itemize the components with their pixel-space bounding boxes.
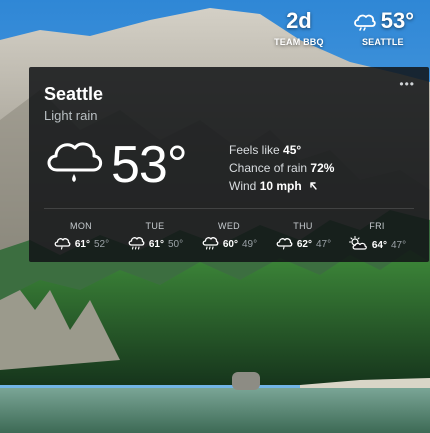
- forecast-day[interactable]: MON 61° 52°: [44, 221, 118, 254]
- forecast-day-name: MON: [70, 221, 92, 231]
- forecast-day[interactable]: FRI 64° 47°: [340, 221, 414, 254]
- forecast-high: 62°: [296, 239, 312, 250]
- forecast-day[interactable]: THU 62° 47°: [266, 221, 340, 254]
- current-temperature: 53°: [111, 136, 188, 194]
- more-options-button[interactable]: •••: [399, 78, 415, 90]
- weather-stats: Feels like 45° Chance of rain 72% Wind 1…: [229, 141, 334, 196]
- wind-label: Wind: [229, 179, 257, 193]
- feels-like-label: Feels like: [229, 143, 280, 157]
- forecast-low: 50°: [168, 239, 184, 250]
- weather-widget-temp: 53°: [380, 8, 414, 33]
- partly-sunny-icon: [348, 235, 368, 254]
- forecast-high: 61°: [74, 239, 90, 250]
- weather-widget[interactable]: 53° SEATTLE: [352, 8, 414, 47]
- forecast-day-name: THU: [293, 221, 313, 231]
- cloud-icon: [53, 236, 71, 253]
- card-divider: [44, 208, 414, 209]
- feels-like-row: Feels like 45°: [229, 141, 334, 159]
- forecast-high: 64°: [371, 239, 387, 251]
- forecast-day[interactable]: WED 60° 49°: [192, 221, 266, 254]
- feels-like-value: 45°: [283, 143, 302, 157]
- weather-card: ••• Seattle Light rain 53° Feels like 45…: [29, 67, 429, 262]
- forecast-low: 47°: [391, 239, 407, 251]
- weather-condition: Light rain: [44, 108, 98, 123]
- forecast-low: 47°: [316, 239, 332, 250]
- todo-countdown-label: TEAM BBQ: [274, 37, 324, 47]
- desktop-screen: 2d TEAM BBQ 53° SEATTLE ••• Seattle Ligh…: [0, 0, 430, 433]
- cloud-icon: [275, 236, 293, 253]
- forecast-high: 61°: [148, 239, 164, 250]
- forecast-day-name: TUE: [145, 221, 165, 231]
- todo-countdown-widget[interactable]: 2d TEAM BBQ: [274, 8, 324, 47]
- rain-cloud-icon: [43, 136, 105, 191]
- forecast-low: 52°: [94, 239, 110, 250]
- rain-cloud-icon: [201, 236, 219, 253]
- cloud-icon: [352, 11, 376, 31]
- forecast-day-name: WED: [218, 221, 240, 231]
- chance-of-rain-label: Chance of rain: [229, 161, 308, 175]
- top-bar: 2d TEAM BBQ 53° SEATTLE: [274, 8, 414, 47]
- rain-cloud-icon: [127, 236, 145, 253]
- forecast-high: 60°: [222, 239, 238, 250]
- city-name[interactable]: Seattle: [44, 84, 103, 105]
- forecast-row: MON 61° 52° TUE 61° 50° WED 60° 49° THU …: [44, 221, 414, 254]
- todo-countdown-value: 2d: [286, 8, 312, 33]
- forecast-day-name: FRI: [369, 221, 385, 231]
- wind-direction-icon: [309, 178, 318, 196]
- wind-value: 10 mph: [259, 179, 302, 193]
- chance-of-rain-row: Chance of rain 72%: [229, 159, 334, 177]
- forecast-low: 49°: [242, 239, 258, 250]
- wind-row: Wind 10 mph: [229, 177, 334, 196]
- forecast-day[interactable]: TUE 61° 50°: [118, 221, 192, 254]
- chance-of-rain-value: 72%: [310, 161, 335, 175]
- weather-widget-location: SEATTLE: [361, 37, 404, 47]
